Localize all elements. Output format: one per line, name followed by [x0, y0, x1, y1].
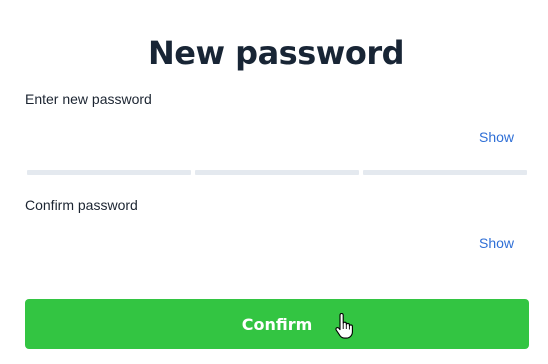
show-new-password-toggle[interactable]: Show: [479, 128, 514, 146]
password-strength-meter: [27, 170, 527, 175]
show-confirm-password-toggle[interactable]: Show: [479, 234, 514, 252]
confirm-button[interactable]: Confirm: [25, 299, 529, 349]
new-password-label: Enter new password: [25, 91, 152, 107]
strength-segment: [363, 170, 527, 175]
confirm-password-label: Confirm password: [25, 197, 138, 213]
page-title: New password: [147, 34, 405, 73]
strength-segment: [195, 170, 359, 175]
strength-segment: [27, 170, 191, 175]
confirm-password-input[interactable]: [25, 225, 470, 261]
new-password-input[interactable]: [25, 119, 470, 155]
